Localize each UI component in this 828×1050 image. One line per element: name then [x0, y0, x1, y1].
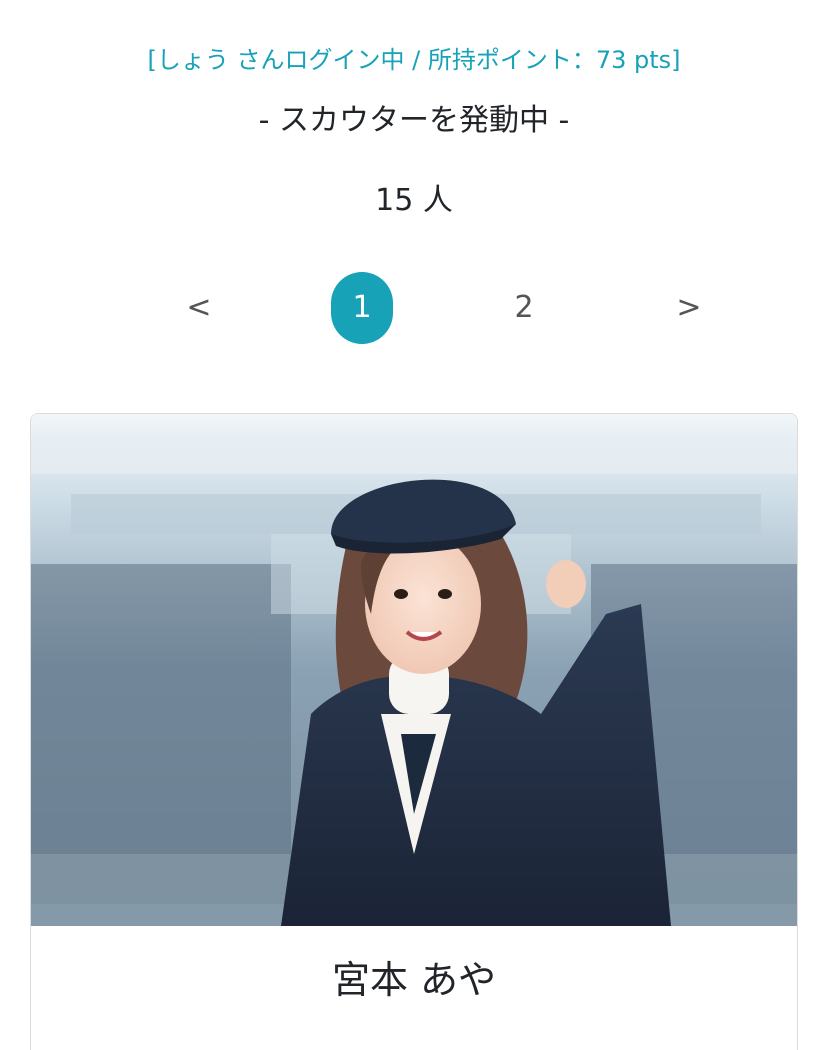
page-2-button[interactable]: 2 [493, 272, 555, 344]
next-page-button[interactable]: > [658, 272, 720, 344]
scouter-title: - スカウターを発動中 - [258, 103, 570, 138]
profile-photo[interactable] [31, 414, 797, 926]
prev-page-button[interactable]: < [168, 272, 230, 344]
pagination: < 1 2 > [0, 272, 828, 346]
profile-photo-illustration [31, 414, 797, 926]
page-1-button[interactable]: 1 [331, 272, 393, 344]
result-count: 15 人 [375, 183, 453, 218]
scouter-page: [しょう さんログイン中 / 所持ポイント：73 pts] - スカウターを発動… [0, 0, 828, 1050]
profile-card[interactable]: 宮本 あや [30, 413, 798, 1050]
profile-name[interactable]: 宮本 あや [31, 954, 797, 1006]
login-status-text: [しょう さんログイン中 / 所持ポイント：73 pts] [147, 46, 681, 74]
